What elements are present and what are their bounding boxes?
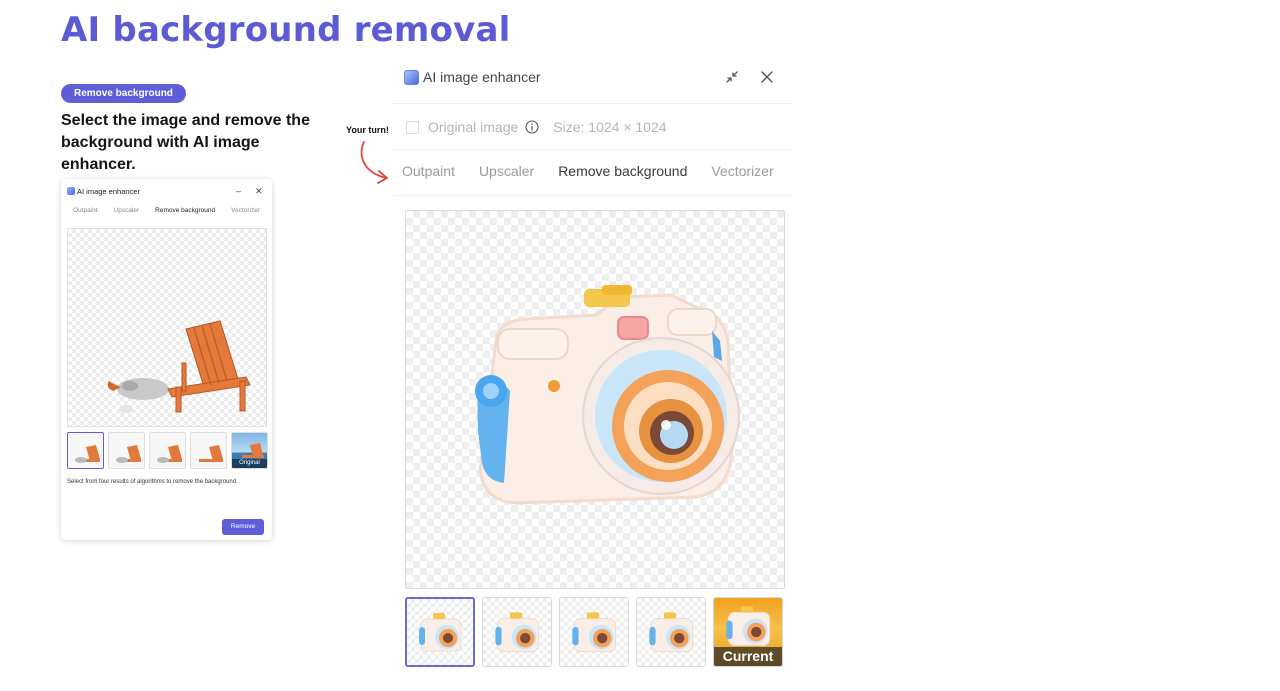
original-image-label[interactable]: Original image: [428, 119, 518, 135]
feature-badge: Remove background: [61, 84, 186, 103]
tab-outpaint[interactable]: Outpaint: [402, 163, 455, 179]
deck-chair-image: [107, 320, 251, 413]
result-thumb[interactable]: [405, 597, 475, 667]
example-result-thumb[interactable]: [149, 432, 186, 469]
tab-bar: Outpaint Upscaler Remove background Vect…: [402, 163, 798, 179]
divider: [392, 149, 792, 150]
app-icon: [67, 187, 75, 195]
current-image-thumb[interactable]: Current: [713, 597, 783, 667]
original-label: Original: [232, 459, 267, 468]
current-label: Current: [714, 647, 782, 666]
dialog-header: AI image enhancer: [404, 68, 794, 88]
close-icon[interactable]: [759, 69, 775, 85]
result-thumb[interactable]: [636, 597, 706, 667]
remove-button[interactable]: Remove: [222, 519, 264, 535]
divider: [392, 103, 792, 104]
example-result-thumb[interactable]: [190, 432, 227, 469]
image-size-label: Size: 1024 × 1024: [553, 119, 667, 135]
camera-image: [475, 285, 740, 505]
preview-canvas: [405, 210, 785, 589]
original-image-row: Original image Size: 1024 × 1024: [406, 117, 667, 137]
minimize-icon[interactable]: –: [236, 184, 241, 198]
example-result-thumb[interactable]: [67, 432, 104, 469]
collapse-icon[interactable]: [725, 70, 739, 84]
example-tab-vectorizer[interactable]: Vectorizer: [231, 207, 260, 214]
close-icon[interactable]: ✕: [255, 184, 263, 198]
example-original-thumb[interactable]: Original: [231, 432, 268, 469]
divider: [392, 195, 792, 196]
result-thumb[interactable]: [559, 597, 629, 667]
example-result-thumb[interactable]: [108, 432, 145, 469]
example-tab-bar: Outpaint Upscaler Remove background Vect…: [61, 207, 272, 214]
curved-arrow-icon: [360, 141, 388, 184]
example-dialog: AI image enhancer – ✕ Outpaint Upscaler …: [61, 179, 272, 540]
tab-upscaler[interactable]: Upscaler: [479, 163, 534, 179]
page-description: Select the image and remove the backgrou…: [61, 112, 310, 173]
tab-remove-background[interactable]: Remove background: [558, 163, 687, 179]
dialog-title: AI image enhancer: [423, 69, 541, 85]
app-icon: [404, 70, 419, 85]
example-dialog-header: AI image enhancer – ✕: [67, 184, 266, 198]
example-result-thumbnails: Original: [67, 432, 268, 469]
original-image-checkbox[interactable]: [406, 120, 419, 134]
result-thumbnails: Current: [405, 597, 783, 667]
example-dialog-title: AI image enhancer: [77, 186, 140, 196]
example-tab-remove-background[interactable]: Remove background: [155, 207, 215, 214]
your-turn-label: Your turn!: [346, 125, 389, 135]
example-tab-upscaler[interactable]: Upscaler: [114, 207, 140, 214]
example-tab-outpaint[interactable]: Outpaint: [73, 207, 98, 214]
example-preview-canvas: [67, 228, 267, 427]
result-thumb[interactable]: [482, 597, 552, 667]
example-hint-text: Select from four results of algorithms t…: [67, 479, 238, 485]
info-icon[interactable]: [525, 120, 539, 134]
tab-vectorizer[interactable]: Vectorizer: [711, 163, 773, 179]
page-title: AI background removal: [61, 10, 511, 50]
